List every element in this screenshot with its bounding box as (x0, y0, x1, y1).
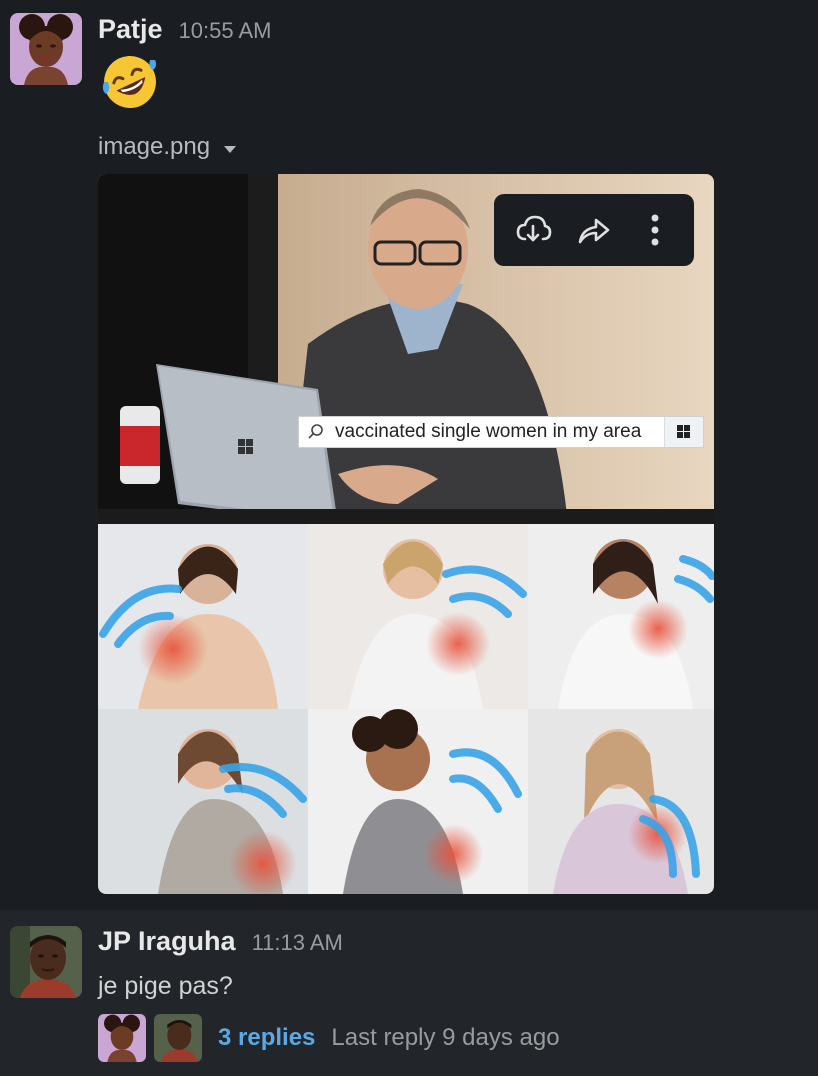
message-header: JP Iraguha 11:13 AM (98, 926, 343, 957)
search-query-text: vaccinated single women in my area (335, 421, 642, 442)
last-reply-text: Last reply 9 days ago (331, 1024, 560, 1051)
more-icon[interactable] (631, 206, 679, 254)
meme-image (98, 174, 714, 894)
share-icon[interactable] (570, 206, 618, 254)
image-actions-toolbar (494, 194, 694, 266)
download-icon[interactable] (509, 206, 557, 254)
message-text: je pige pas? (98, 972, 233, 1000)
avatar-patje[interactable] (10, 13, 82, 85)
search-icon (308, 424, 323, 439)
caret-down-icon (224, 145, 237, 153)
windows-icon (664, 417, 703, 447)
thread-summary[interactable]: 3 replies Last reply 9 days ago (98, 1014, 560, 1062)
timestamp[interactable]: 11:13 AM (252, 930, 343, 956)
sender-name[interactable]: JP Iraguha (98, 926, 236, 957)
file-name: image.png (98, 133, 211, 160)
sender-name[interactable]: Patje (98, 14, 163, 45)
rolling-on-floor-laughing-emoji (100, 52, 160, 112)
timestamp[interactable]: 10:55 AM (179, 18, 272, 44)
message-header: Patje 10:55 AM (98, 14, 272, 45)
replies-link[interactable]: 3 replies (218, 1024, 315, 1052)
reply-avatar-jp-iraguha (154, 1014, 202, 1062)
message-jp-iraguha: JP Iraguha 11:13 AM je pige pas? 3 repli… (0, 910, 818, 1076)
file-name-toggle[interactable]: image.png (98, 133, 237, 161)
avatar-jp-iraguha[interactable] (10, 926, 82, 998)
message-patje: Patje 10:55 AM image.png vaccinated sing… (0, 0, 818, 910)
reply-avatar-patje (98, 1014, 146, 1062)
search-bar-overlay: vaccinated single women in my area (298, 416, 704, 448)
attached-image[interactable]: vaccinated single women in my area (98, 174, 714, 894)
